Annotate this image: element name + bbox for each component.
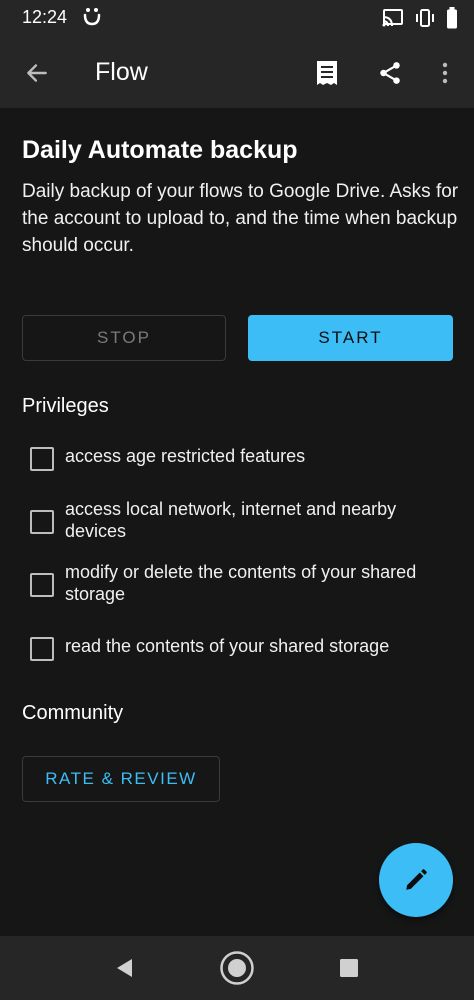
more-vert-icon — [442, 62, 448, 84]
start-button[interactable]: START — [248, 315, 453, 361]
checkbox[interactable] — [30, 573, 54, 597]
nav-back-button[interactable] — [104, 948, 144, 988]
home-circle-icon — [220, 951, 254, 985]
nav-recents-button[interactable] — [329, 948, 369, 988]
edit-fab[interactable] — [379, 843, 453, 917]
back-button[interactable] — [18, 54, 56, 92]
checkbox[interactable] — [30, 510, 54, 534]
privilege-item[interactable]: modify or delete the contents of your sh… — [30, 561, 450, 605]
share-icon — [380, 62, 400, 84]
pencil-icon — [406, 869, 427, 890]
rate-review-button[interactable]: RATE & REVIEW — [22, 756, 220, 802]
share-button[interactable] — [371, 54, 409, 92]
flow-title: Daily Automate backup — [22, 136, 298, 164]
nav-home-button[interactable] — [217, 948, 257, 988]
flow-description: Daily backup of your flows to Google Dri… — [22, 181, 459, 256]
privilege-item[interactable]: access local network, internet and nearb… — [30, 498, 450, 542]
privilege-label: modify or delete the contents of your sh… — [65, 562, 417, 604]
cast-icon — [382, 9, 404, 32]
recents-square-icon — [340, 959, 358, 977]
smiley-icon — [82, 6, 102, 33]
system-nav-bar — [0, 936, 474, 1000]
privilege-label: access local network, internet and nearb… — [65, 499, 397, 541]
checkbox[interactable] — [30, 637, 54, 661]
privileges-heading: Privileges — [22, 395, 109, 417]
receipt-icon — [317, 61, 337, 85]
page-title: Flow — [95, 58, 148, 86]
privilege-label: read the contents of your shared storage — [65, 636, 390, 656]
privilege-item[interactable]: read the contents of your shared storage — [30, 635, 450, 661]
checkbox[interactable] — [30, 447, 54, 471]
status-time: 12:24 — [22, 7, 68, 27]
privilege-item[interactable]: access age restricted features — [30, 445, 450, 471]
app-bar: Flow — [0, 36, 474, 108]
main-content: Daily Automate backup Daily backup of yo… — [0, 108, 474, 936]
arrow-left-icon — [27, 64, 47, 82]
community-heading: Community — [22, 702, 124, 724]
vibrate-icon — [414, 8, 436, 33]
stop-button[interactable]: STOP — [22, 315, 226, 361]
receipt-button[interactable] — [308, 54, 346, 92]
battery-icon — [446, 7, 458, 34]
more-options-button[interactable] — [426, 54, 464, 92]
back-triangle-icon — [117, 959, 132, 977]
status-bar: 12:24 — [0, 0, 474, 36]
privilege-label: access age restricted features — [65, 446, 306, 466]
